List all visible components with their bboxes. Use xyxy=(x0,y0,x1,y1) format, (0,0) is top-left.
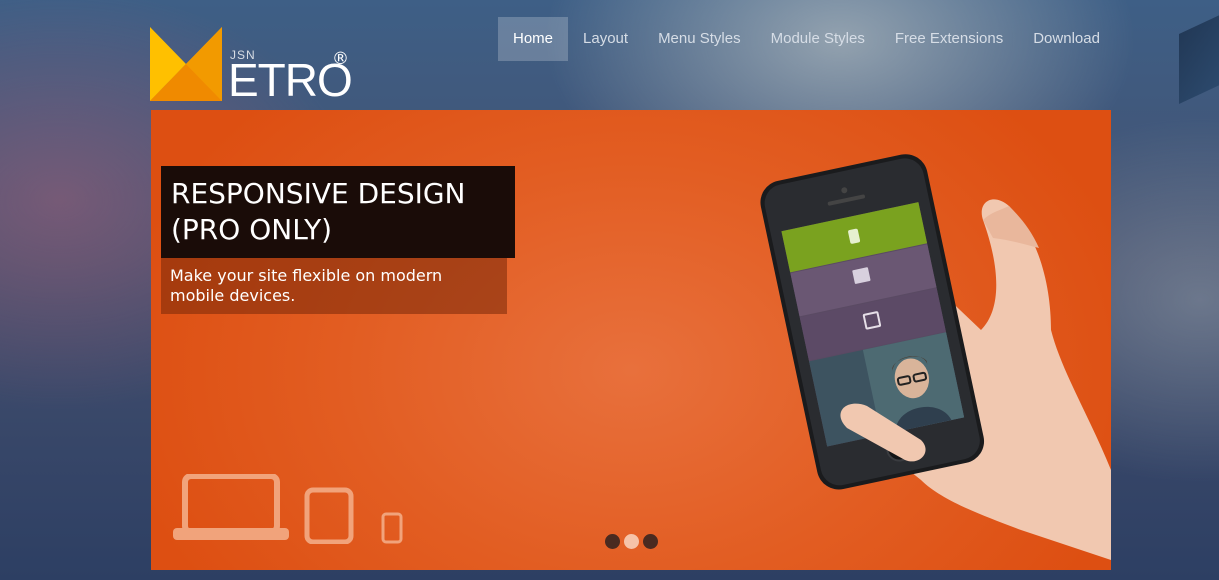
tablet-icon xyxy=(304,487,354,544)
slider-dot-3[interactable] xyxy=(643,534,658,549)
logo-registered-mark: ® xyxy=(332,49,349,69)
corner-decoration xyxy=(1179,6,1219,104)
main-nav: Home Layout Menu Styles Module Styles Fr… xyxy=(498,17,1115,61)
slider-pagination xyxy=(605,534,658,549)
slide-title-line-1: RESPONSIVE DESIGN xyxy=(171,177,466,210)
slide-title: RESPONSIVE DESIGN (PRO ONLY) xyxy=(161,166,515,258)
hero-slider: RESPONSIVE DESIGN (PRO ONLY) Make your s… xyxy=(151,110,1111,570)
phone-icon xyxy=(381,512,403,544)
nav-item-download[interactable]: Download xyxy=(1018,17,1115,61)
site-logo[interactable]: JSN ETRO ® xyxy=(150,27,360,103)
slider-dot-2[interactable] xyxy=(624,534,639,549)
slide-title-line-2: (PRO ONLY) xyxy=(171,213,333,246)
nav-item-menu-styles[interactable]: Menu Styles xyxy=(643,17,756,61)
laptop-icon xyxy=(173,474,289,540)
slider-dot-1[interactable] xyxy=(605,534,620,549)
hand-phone-illustration xyxy=(760,154,1111,560)
logo-m-mark xyxy=(150,27,222,101)
nav-item-layout[interactable]: Layout xyxy=(568,17,643,61)
devices-icons xyxy=(173,474,403,544)
nav-item-home[interactable]: Home xyxy=(498,17,569,61)
slide-description: Make your site flexible on modern mobile… xyxy=(161,258,507,314)
nav-item-free-extensions[interactable]: Free Extensions xyxy=(880,17,1018,61)
nav-item-module-styles[interactable]: Module Styles xyxy=(756,17,880,61)
